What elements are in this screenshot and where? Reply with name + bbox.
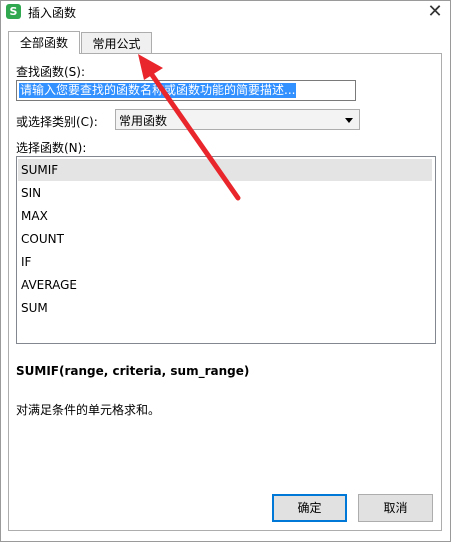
function-signature: SUMIF(range, criteria, sum_range) bbox=[16, 364, 250, 378]
title-bar: S 插入函数 ✕ bbox=[1, 1, 450, 23]
function-item-count[interactable]: COUNT bbox=[18, 228, 432, 250]
function-list-label: 选择函数(N): bbox=[16, 141, 87, 155]
function-description: 对满足条件的单元格求和。 bbox=[16, 403, 161, 417]
function-item-if[interactable]: IF bbox=[18, 251, 432, 273]
function-item-sumif[interactable]: SUMIF bbox=[18, 159, 432, 181]
tab-all-functions[interactable]: 全部函数 bbox=[8, 31, 80, 54]
wps-spreadsheet-icon: S bbox=[6, 4, 21, 19]
close-icon: ✕ bbox=[427, 1, 443, 22]
search-label: 查找函数(S): bbox=[16, 65, 86, 79]
function-item-average[interactable]: AVERAGE bbox=[18, 274, 432, 296]
dialog-title: 插入函数 bbox=[28, 6, 77, 20]
chevron-down-icon bbox=[345, 118, 353, 123]
function-item-sin[interactable]: SIN bbox=[18, 182, 432, 204]
search-input-selected-text: 请输入您要查找的函数名称或函数功能的简要描述... bbox=[19, 83, 297, 98]
category-select-value: 常用函数 bbox=[119, 114, 168, 128]
function-item-sum[interactable]: SUM bbox=[18, 297, 432, 319]
tab-common-formulas[interactable]: 常用公式 bbox=[81, 32, 152, 54]
category-select[interactable]: 常用函数 bbox=[115, 109, 360, 130]
function-item-max[interactable]: MAX bbox=[18, 205, 432, 227]
category-label: 或选择类别(C): bbox=[16, 115, 98, 129]
cancel-button[interactable]: 取消 bbox=[358, 494, 433, 522]
function-list[interactable]: SUMIF SIN MAX COUNT IF AVERAGE SUM bbox=[16, 156, 436, 344]
search-input[interactable]: 请输入您要查找的函数名称或函数功能的简要描述... bbox=[16, 80, 356, 101]
close-button[interactable]: ✕ bbox=[420, 1, 450, 23]
ok-button[interactable]: 确定 bbox=[272, 494, 347, 522]
